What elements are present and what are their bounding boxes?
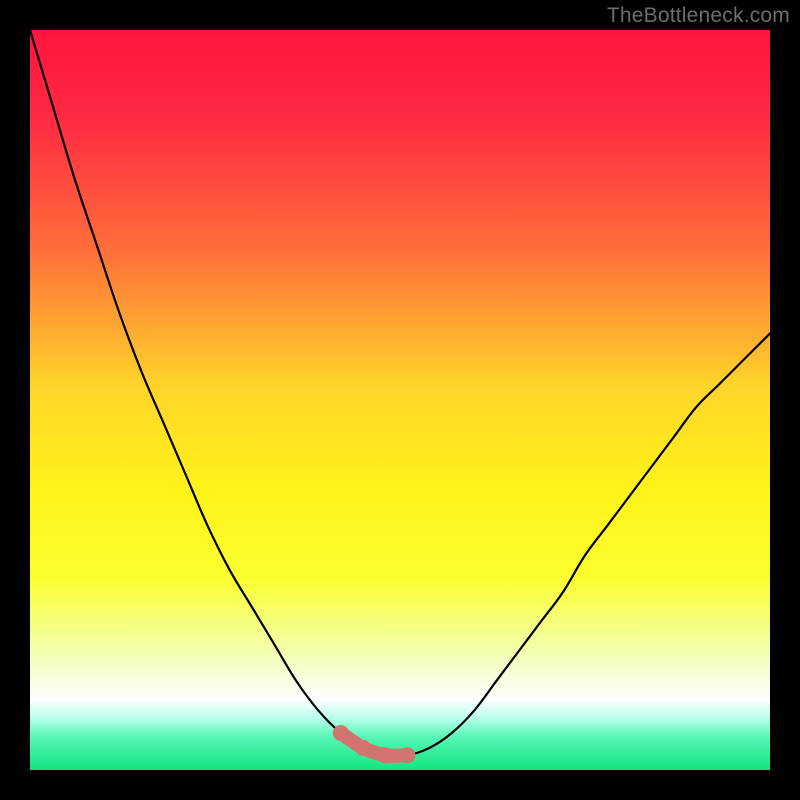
gradient-rect <box>30 30 770 770</box>
plot-area <box>30 30 770 770</box>
chart-frame: TheBottleneck.com <box>0 0 800 800</box>
chart-svg <box>30 30 770 770</box>
watermark-text: TheBottleneck.com <box>607 4 790 28</box>
